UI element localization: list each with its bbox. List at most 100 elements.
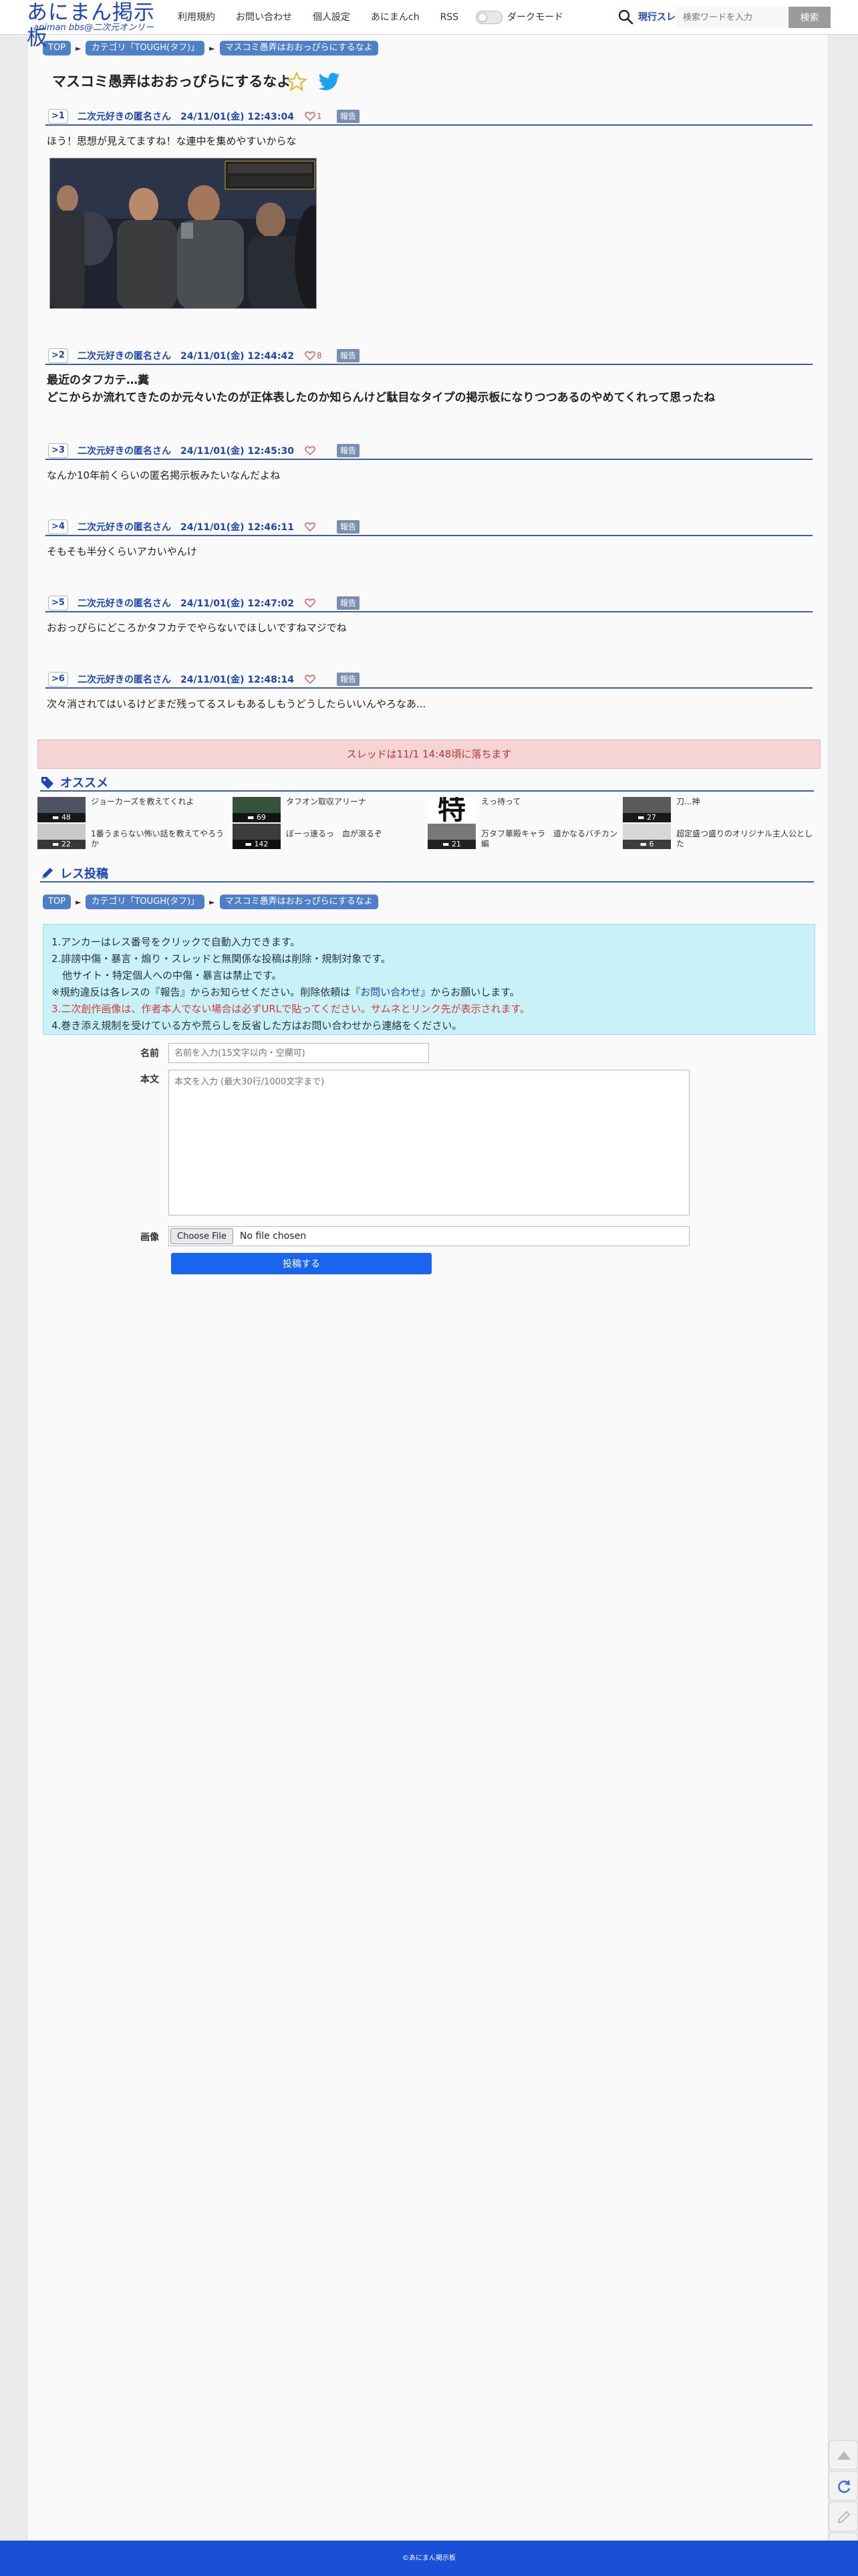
recommend-item-title: 万タフ華殿キャラ 道かなるバチカン編 <box>481 829 618 848</box>
compose-button[interactable] <box>829 2502 858 2531</box>
post-body: おおっぴらにどころかタフカテでやらないでほしいですねマジでね <box>45 612 813 636</box>
post-body: 次々消されてはいるけどまだ残ってるスレもあるしもうどうしたらいいんやろなあ... <box>45 689 813 713</box>
nav-rss[interactable]: RSS <box>440 0 459 35</box>
reply-count-value: 69 <box>256 813 266 822</box>
report-button[interactable]: 報告 <box>337 110 360 123</box>
recommend-item-title: 1番うまらない怖い話を教えてやろうか <box>91 829 225 848</box>
post-header: >6 二次元好きの匿名さん 24/11/01(金) 12:48:14 報告 <box>45 671 813 689</box>
rule-line: 2.誹謗中傷・暴言・煽り・スレッドと無関係な投稿は削除・規制対象です。 <box>51 953 391 965</box>
post-date: 24/11/01(金) 12:43:04 <box>180 112 294 122</box>
recommend-thumbnail: ▬ 27 <box>623 797 671 822</box>
poster-name: 二次元好きの匿名さん <box>78 675 171 685</box>
reply-count-value: 142 <box>254 840 269 848</box>
recommend-item-title: ぼーっ速るっ 血が滾るぞ <box>286 829 383 838</box>
post-number[interactable]: >2 <box>48 348 68 363</box>
hot-threads-link[interactable]: 現行スレ <box>638 0 676 35</box>
rule-text: 3. <box>51 1003 61 1015</box>
body-label: 本文 <box>140 1074 159 1085</box>
post-2: >2 二次元好きの匿名さん 24/11/01(金) 12:44:42 8 報告 … <box>45 348 813 406</box>
heart-icon[interactable] <box>305 675 315 684</box>
rule-line: 3.二次創作画像は、作者本人でない場合は必ずURLで貼ってください。サムネとリン… <box>51 1001 815 1018</box>
post-number[interactable]: >1 <box>48 109 68 124</box>
tag-icon <box>41 777 53 789</box>
post-header: >5 二次元好きの匿名さん 24/11/01(金) 12:47:02 報告 <box>45 595 813 612</box>
triangle-up-icon <box>837 2451 851 2460</box>
thread-title: マスコミ愚弄はおおっぴらにするなよ <box>52 74 291 90</box>
reply-count-value: 6 <box>649 840 654 848</box>
nav-settings[interactable]: 個人設定 <box>313 0 350 35</box>
breadcrumb-thread[interactable]: マスコミ愚弄はおおっぴらにするなよ <box>219 41 378 55</box>
rule-text-warning: 二次創作画像は、作者本人でない場合は必ずURLで貼ってください。サムネとリンク先… <box>61 1003 531 1015</box>
image-label: 画像 <box>140 1232 159 1243</box>
reply-count-value: 27 <box>646 813 656 822</box>
toggle-knob <box>478 13 487 22</box>
choose-file-button[interactable]: Choose File <box>170 1228 233 1244</box>
recommend-item-title: ジョーカーズを教えてくれよ <box>91 797 194 806</box>
poster-name: 二次元好きの匿名さん <box>78 446 171 457</box>
post-header: >2 二次元好きの匿名さん 24/11/01(金) 12:44:42 8 報告 <box>45 348 813 365</box>
post-number[interactable]: >4 <box>48 519 68 534</box>
submit-button[interactable]: 投稿する <box>171 1253 432 1274</box>
reply-count-value: 48 <box>61 813 71 822</box>
heart-icon[interactable] <box>305 112 315 121</box>
post-4: >4 二次元好きの匿名さん 24/11/01(金) 12:46:11 報告 そも… <box>45 519 813 560</box>
post-body: そもそも半分くらいアカいやんけ <box>45 536 813 560</box>
reply-count: ▬ 48 <box>37 813 86 822</box>
rule-text: ※規約違反は各レスの『報告』からお知らせください。削除依頼は『 <box>51 986 361 998</box>
poster-name: 二次元好きの匿名さん <box>78 112 171 122</box>
breadcrumb-category[interactable]: カテゴリ「TOUGH(タフ)」 <box>86 895 205 909</box>
nav-animanch[interactable]: あにまんch <box>371 0 420 35</box>
poster-name: 二次元好きの匿名さん <box>78 522 171 533</box>
post-number[interactable]: >5 <box>48 596 68 610</box>
rule-line: 1.アンカーはレス番号をクリックで自動入力できます。 <box>51 936 301 948</box>
image-file-input[interactable]: Choose File No file chosen <box>168 1226 690 1246</box>
heart-icon[interactable] <box>305 446 315 455</box>
name-input[interactable] <box>168 1043 429 1063</box>
logo-sub-text: animan bbs@二次元オンリー <box>33 23 154 33</box>
site-logo[interactable]: あにまん掲示板 animan bbs@二次元オンリー <box>27 0 168 50</box>
report-button[interactable]: 報告 <box>337 673 360 686</box>
search-input[interactable] <box>676 7 787 28</box>
heart-icon[interactable] <box>305 598 315 608</box>
heart-icon[interactable] <box>305 351 315 360</box>
reply-count: ▬ 142 <box>233 840 281 849</box>
post-number[interactable]: >3 <box>48 443 68 458</box>
reply-count: ▬ 6 <box>623 840 671 849</box>
main-nav: 利用規約 お問い合わせ 個人設定 あにまんch RSS <box>178 0 479 35</box>
breadcrumb-top[interactable]: TOP <box>43 895 72 909</box>
post-image[interactable] <box>49 158 317 309</box>
report-button[interactable]: 報告 <box>337 444 360 457</box>
thread-expiry-notice: スレッドは11/1 14:48頃に落ちます <box>37 739 821 769</box>
nav-contact[interactable]: お問い合わせ <box>236 0 292 35</box>
post-5: >5 二次元好きの匿名さん 24/11/01(金) 12:47:02 報告 おお… <box>45 595 813 636</box>
twitter-bird-icon[interactable] <box>319 71 341 92</box>
breadcrumb-separator: ► <box>209 897 215 907</box>
breadcrumb-thread[interactable]: マスコミ愚弄はおおっぴらにするなよ <box>219 895 378 909</box>
dark-mode-label: ダークモード <box>507 12 563 23</box>
nav-terms[interactable]: 利用規約 <box>178 0 215 35</box>
scroll-top-button[interactable] <box>829 2440 858 2470</box>
report-button[interactable]: 報告 <box>337 596 360 610</box>
contact-link[interactable]: お問い合わせ <box>360 986 420 998</box>
search-button[interactable]: 検索 <box>789 7 831 28</box>
photo-illustration <box>50 158 316 308</box>
recommend-thumbnail: ▬ 6 <box>623 824 671 849</box>
post-number[interactable]: >6 <box>48 672 68 687</box>
like-count: 8 <box>317 351 322 360</box>
recommend-thumbnail: 特 <box>428 797 476 822</box>
reply-count-value: 21 <box>451 840 461 848</box>
body-textarea[interactable] <box>168 1070 690 1215</box>
post-header: >1 二次元好きの匿名さん 24/11/01(金) 12:43:04 1 報告 <box>45 108 813 126</box>
report-button[interactable]: 報告 <box>337 520 360 534</box>
recommend-item-title: えっ待って <box>481 797 521 806</box>
name-label: 名前 <box>140 1048 159 1059</box>
post-text-line: どこからか流れてきたのか元々いたのが正体表したのか知らんけど駄目なタイプの掲示板… <box>47 391 716 404</box>
heart-icon[interactable] <box>305 522 315 532</box>
search-icon[interactable] <box>617 9 633 25</box>
report-button[interactable]: 報告 <box>337 349 360 362</box>
poster-name: 二次元好きの匿名さん <box>78 351 171 362</box>
star-icon[interactable] <box>286 71 307 92</box>
reload-button[interactable] <box>829 2471 858 2500</box>
dark-mode-toggle[interactable] <box>476 11 503 24</box>
post-header: >4 二次元好きの匿名さん 24/11/01(金) 12:46:11 報告 <box>45 519 813 536</box>
